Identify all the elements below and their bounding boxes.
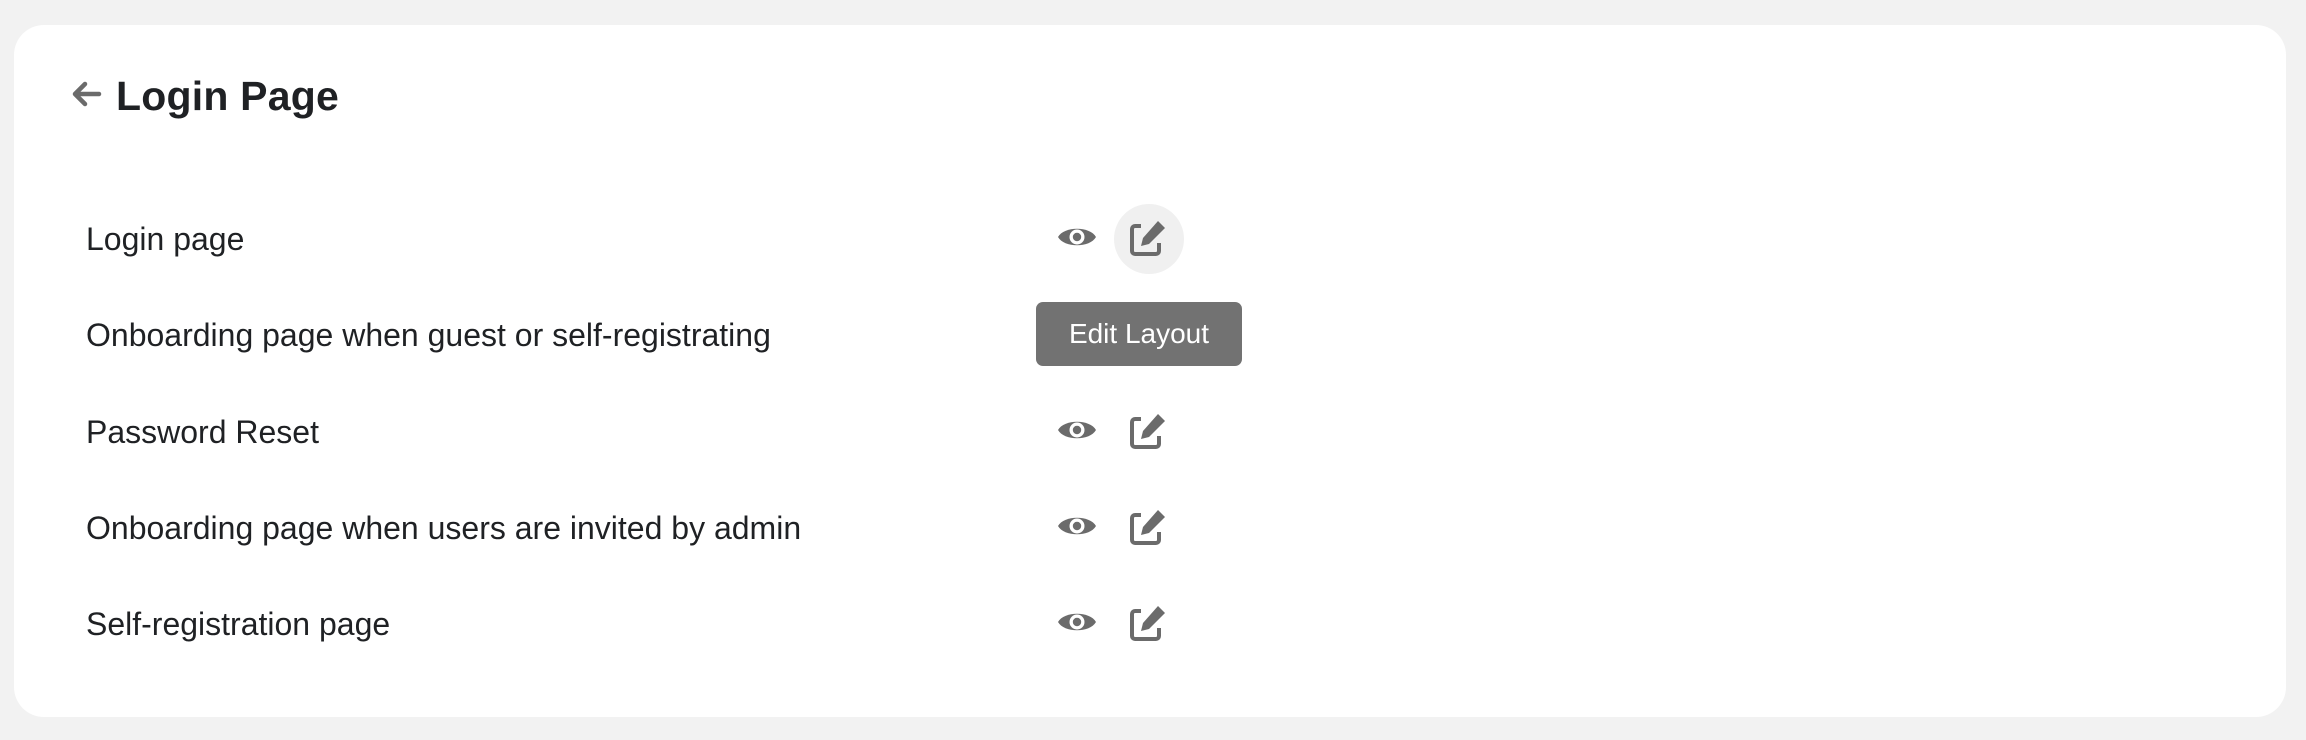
back-button[interactable] bbox=[64, 74, 108, 118]
row-actions bbox=[1042, 204, 1186, 274]
edit-icon bbox=[1129, 410, 1171, 455]
list-item: Onboarding page when users are invited b… bbox=[86, 493, 1286, 563]
eye-icon bbox=[1056, 415, 1098, 450]
eye-icon bbox=[1056, 511, 1098, 546]
edit-icon bbox=[1129, 602, 1171, 647]
row-label: Login page bbox=[86, 221, 245, 257]
row-actions bbox=[1042, 397, 1186, 467]
row-label: Onboarding page when users are invited b… bbox=[86, 510, 802, 546]
preview-button[interactable] bbox=[1042, 397, 1112, 467]
edit-icon bbox=[1129, 217, 1171, 262]
login-page-card: Login Page Login page Onboarding page wh… bbox=[14, 25, 2286, 717]
row-actions bbox=[1042, 493, 1186, 563]
row-label: Self-registration page bbox=[86, 606, 391, 642]
edit-layout-button[interactable] bbox=[1114, 493, 1184, 563]
arrow-left-icon bbox=[69, 77, 103, 116]
row-actions bbox=[1042, 589, 1186, 659]
edit-icon bbox=[1129, 506, 1171, 551]
page-title: Login Page bbox=[116, 72, 339, 119]
edit-layout-button[interactable] bbox=[1114, 204, 1184, 274]
edit-layout-tooltip: Edit Layout bbox=[1036, 302, 1242, 366]
eye-icon bbox=[1056, 222, 1098, 257]
eye-icon bbox=[1056, 607, 1098, 642]
preview-button[interactable] bbox=[1042, 204, 1112, 274]
row-label: Onboarding page when guest or self-regis… bbox=[86, 317, 771, 353]
row-label: Password Reset bbox=[86, 414, 319, 450]
list-item: Password Reset bbox=[86, 397, 1286, 467]
edit-layout-button[interactable] bbox=[1114, 397, 1184, 467]
list-item: Self-registration page bbox=[86, 589, 1286, 659]
preview-button[interactable] bbox=[1042, 589, 1112, 659]
list-item: Login page bbox=[86, 204, 1286, 274]
page-header: Login Page bbox=[64, 65, 339, 127]
edit-layout-button[interactable] bbox=[1114, 589, 1184, 659]
preview-button[interactable] bbox=[1042, 493, 1112, 563]
